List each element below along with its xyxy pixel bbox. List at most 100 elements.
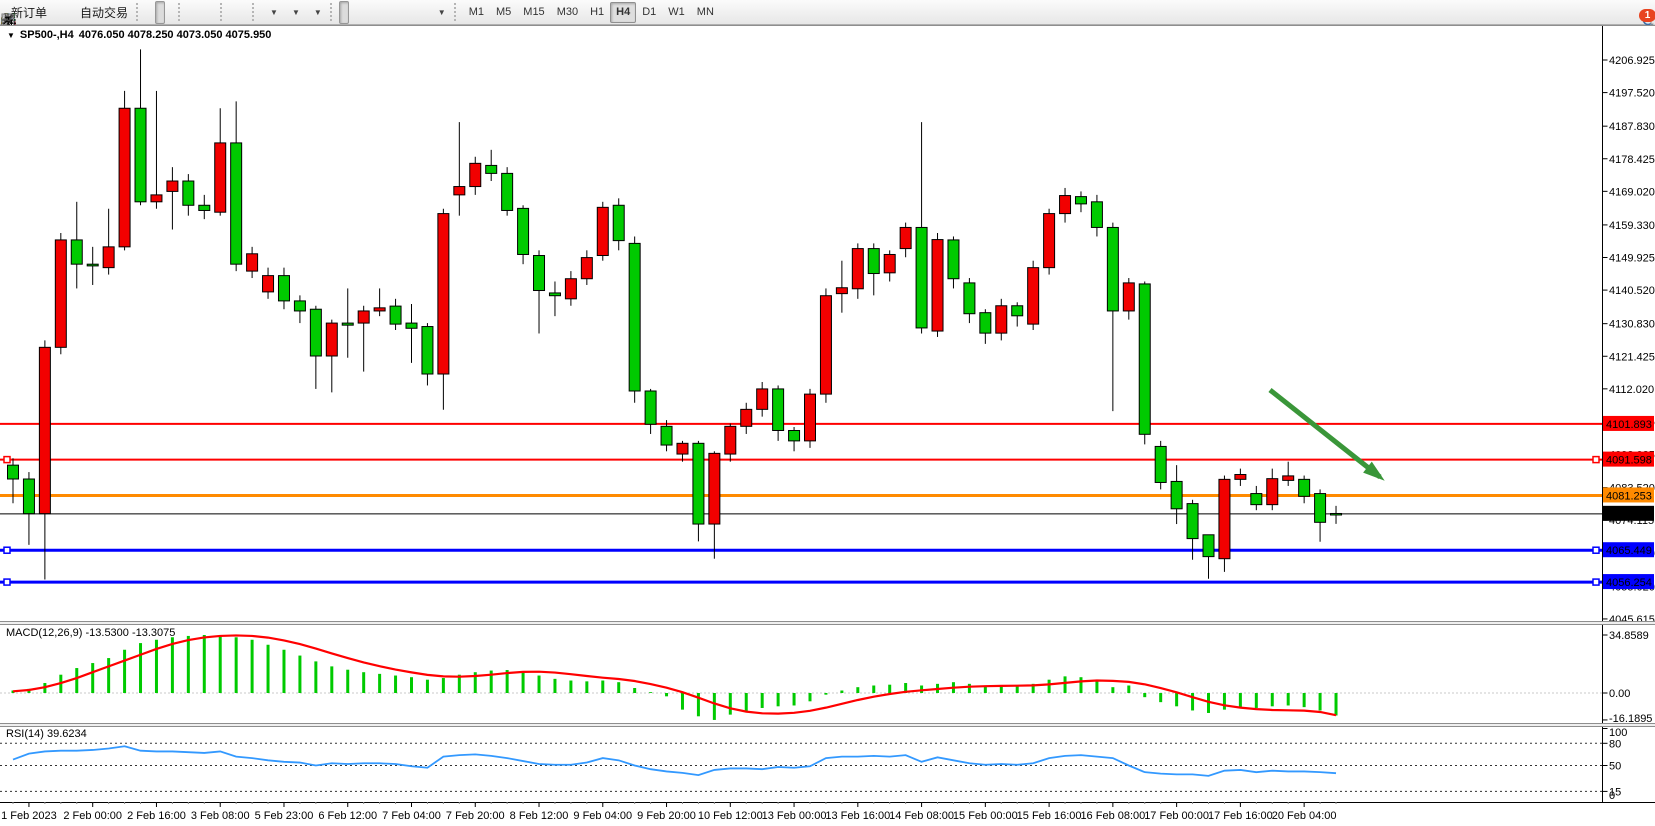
timeframe-h1[interactable]: H1 (584, 2, 610, 23)
vertical-line-button[interactable] (359, 1, 369, 24)
price-tag-label: 4075.950 (1606, 509, 1652, 521)
candle (852, 249, 863, 289)
candle (119, 108, 130, 247)
zoom-out-button[interactable] (197, 1, 207, 24)
candle (741, 409, 752, 426)
rsi-axis-label: 50 (1609, 761, 1621, 773)
trendline-button[interactable] (379, 1, 389, 24)
timeframe-m1[interactable]: M1 (463, 2, 490, 23)
candle (135, 108, 146, 202)
horizontal-line-button[interactable] (369, 1, 379, 24)
tile-windows-button[interactable] (207, 1, 217, 24)
candle (836, 288, 847, 294)
auto-scroll-button[interactable] (229, 1, 239, 24)
line-handle[interactable] (1593, 457, 1599, 463)
macd-axis-label: 34.8589 (1609, 630, 1649, 642)
timeframe-d1[interactable]: D1 (636, 2, 662, 23)
line-handle[interactable] (1593, 579, 1599, 585)
candle (645, 391, 656, 424)
data-window-button[interactable] (62, 1, 72, 24)
equidistant-channel-button[interactable]: E (389, 1, 399, 24)
candle (1012, 306, 1023, 316)
candle (996, 306, 1007, 333)
timeframe-m30[interactable]: M30 (551, 2, 584, 23)
crosshair-button[interactable] (349, 1, 359, 24)
time-tick-label: 17 Feb 00:00 (1144, 810, 1209, 822)
candle (486, 165, 497, 173)
text-button[interactable]: A (409, 1, 419, 24)
rsi-axis-label: 80 (1609, 738, 1621, 750)
market-watch-button[interactable] (52, 1, 62, 24)
rsi-label: RSI(14) 39.6234 (6, 728, 87, 740)
time-tick-label: 20 Feb 04:00 (1272, 810, 1337, 822)
line-handle[interactable] (4, 547, 10, 553)
new-chart-button[interactable]: ▼ (261, 1, 283, 24)
macd-axis-label: 0.00 (1609, 688, 1630, 700)
cursor-button[interactable] (339, 1, 349, 24)
timeframe-m5[interactable]: M5 (490, 2, 517, 23)
line-chart-button[interactable] (165, 1, 175, 24)
candle (677, 443, 688, 454)
price-tick-label: 4112.020 (1609, 384, 1654, 396)
line-handle[interactable] (4, 579, 10, 585)
time-tick-label: 1 Feb 2023 (1, 810, 57, 822)
price-tick-label: 4187.830 (1609, 121, 1655, 133)
macd-pane: 34.85890.00-16.1895 (0, 625, 1655, 723)
candle (597, 207, 608, 255)
toolbar-separator (220, 3, 226, 21)
rsi-axis-label: 100 (1609, 727, 1627, 739)
text-label-button[interactable]: T (419, 1, 429, 24)
autotrading-button[interactable]: 自动交易 (72, 1, 133, 24)
mt4-window: 新订单自动交易▼▼▼EFAT▼M1M5M15M30H1H4D1W1MN 1 ▼ … (0, 0, 1655, 826)
candle (789, 430, 800, 440)
time-tick-label: 9 Feb 04:00 (573, 810, 632, 822)
dropdown-caret-icon[interactable]: ▼ (438, 8, 446, 17)
price-tick-label: 4159.330 (1609, 220, 1655, 232)
timeframe-h4[interactable]: H4 (610, 2, 636, 23)
price-tick-label: 4121.425 (1609, 351, 1655, 363)
price-tick-label: 4178.425 (1609, 154, 1655, 166)
trend-arrow[interactable] (1270, 390, 1380, 477)
candle (438, 214, 449, 374)
candle (1219, 479, 1230, 558)
dropdown-caret-icon[interactable]: ▼ (292, 8, 300, 17)
chart-menu-caret-icon[interactable]: ▼ (7, 31, 15, 40)
candle (502, 173, 513, 210)
periods-button[interactable]: ▼ (283, 1, 305, 24)
candle (23, 479, 34, 514)
chart-shift-button[interactable] (239, 1, 249, 24)
line-handle[interactable] (4, 457, 10, 463)
dropdown-caret-icon[interactable]: ▼ (314, 8, 322, 17)
timeframe-mn[interactable]: MN (691, 2, 720, 23)
timeframe-w1[interactable]: W1 (662, 2, 691, 23)
fibonacci-button[interactable]: F (399, 1, 409, 24)
candle (55, 240, 66, 347)
arrows-button[interactable]: ▼ (429, 1, 451, 24)
time-axis: 1 Feb 20232 Feb 00:002 Feb 16:003 Feb 08… (0, 802, 1655, 826)
templates-button[interactable]: ▼ (305, 1, 327, 24)
timeframe-m15[interactable]: M15 (517, 2, 550, 23)
candle (1028, 268, 1039, 324)
time-tick-label: 13 Feb 00:00 (762, 810, 827, 822)
price-tick-label: 4197.520 (1609, 88, 1655, 100)
price-tag-label: 4056.254 (1606, 577, 1652, 589)
bar-chart-button[interactable] (145, 1, 155, 24)
line-handle[interactable] (1593, 547, 1599, 553)
candle (534, 256, 545, 291)
candle (8, 465, 19, 479)
zoom-in-button[interactable] (187, 1, 197, 24)
candle (757, 389, 768, 409)
candle (629, 243, 640, 391)
time-tick-label: 7 Feb 20:00 (446, 810, 505, 822)
candle (1299, 479, 1310, 496)
dropdown-caret-icon[interactable]: ▼ (270, 8, 278, 17)
candlestick-button[interactable] (155, 1, 165, 24)
candle (326, 323, 337, 356)
toolbar-separator (178, 3, 184, 21)
candle (868, 249, 879, 274)
candle (1203, 535, 1214, 557)
candle (948, 240, 959, 279)
candle (1060, 196, 1071, 214)
candle (1171, 481, 1182, 508)
candle (773, 389, 784, 431)
